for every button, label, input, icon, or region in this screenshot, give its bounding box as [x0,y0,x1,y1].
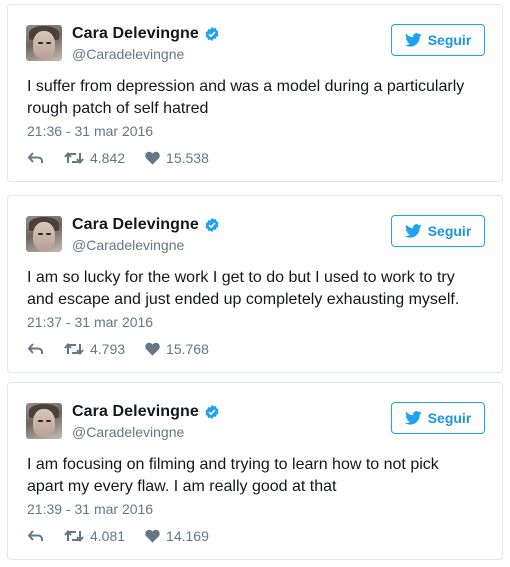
follow-button[interactable]: Seguir [391,215,485,247]
follow-button[interactable]: Seguir [391,402,485,434]
follow-label: Seguir [427,410,472,426]
heart-icon [145,529,160,543]
tweet-text: I am focusing on filming and trying to l… [27,456,439,495]
like-count: 15.768 [166,341,209,357]
verified-badge-icon [205,405,219,419]
tweet-text: I suffer from depression and was a model… [27,78,465,117]
verified-badge-icon [205,218,219,232]
verified-badge-icon [205,27,219,41]
retweet-button[interactable]: 4.842 [64,150,125,166]
retweet-button[interactable]: 4.081 [64,528,125,544]
retweet-icon [64,342,84,356]
author-handle[interactable]: @Caradelevingne [72,424,184,440]
reply-button[interactable] [27,342,44,356]
avatar[interactable] [26,25,62,61]
like-count: 15.538 [166,150,209,166]
twitter-bird-icon [404,224,422,238]
tweet-timestamp[interactable]: 21:36 - 31 mar 2016 [27,123,153,139]
heart-icon [145,151,160,165]
like-button[interactable]: 14.169 [145,528,209,544]
retweet-count: 4.842 [90,150,126,166]
tweet-card: Cara Delevingne @Caradelevingne Seguir I… [7,4,503,182]
follow-label: Seguir [427,223,472,239]
reply-button[interactable] [27,529,44,543]
follow-button[interactable]: Seguir [391,24,485,56]
tweet-actions: 4.081 14.169 [27,528,209,544]
twitter-bird-icon [404,411,422,425]
twitter-bird-icon [404,33,422,47]
avatar[interactable] [26,403,62,439]
like-count: 14.169 [166,528,209,544]
retweet-icon [64,151,84,165]
tweet-actions: 4.842 15.538 [27,150,209,166]
author-name[interactable]: Cara Delevingne [72,25,199,43]
retweet-button[interactable]: 4.793 [64,341,125,357]
tweet-text: I am so lucky for the work I get to do b… [27,269,460,308]
tweet-actions: 4.793 15.768 [27,341,209,357]
reply-icon [27,152,43,163]
like-button[interactable]: 15.538 [145,150,209,166]
author-handle[interactable]: @Caradelevingne [72,237,184,253]
heart-icon [145,342,160,356]
reply-icon [27,530,43,541]
reply-icon [27,343,43,354]
author-name[interactable]: Cara Delevingne [72,216,199,234]
author-handle[interactable]: @Caradelevingne [72,46,184,62]
tweet-timestamp[interactable]: 21:37 - 31 mar 2016 [27,314,153,330]
tweet-card: Cara Delevingne @Caradelevingne Seguir I… [7,382,503,560]
retweet-count: 4.081 [90,528,126,544]
author-name[interactable]: Cara Delevingne [72,403,199,421]
retweet-count: 4.793 [90,341,126,357]
author-row: Cara Delevingne [72,403,220,421]
tweet-timestamp[interactable]: 21:39 - 31 mar 2016 [27,501,153,517]
tweet-card: Cara Delevingne @Caradelevingne Seguir I… [7,195,503,373]
retweet-icon [64,529,84,543]
avatar[interactable] [26,216,62,252]
follow-label: Seguir [427,32,472,48]
like-button[interactable]: 15.768 [145,341,209,357]
author-row: Cara Delevingne [72,25,220,43]
reply-button[interactable] [27,151,44,165]
author-row: Cara Delevingne [72,216,220,234]
